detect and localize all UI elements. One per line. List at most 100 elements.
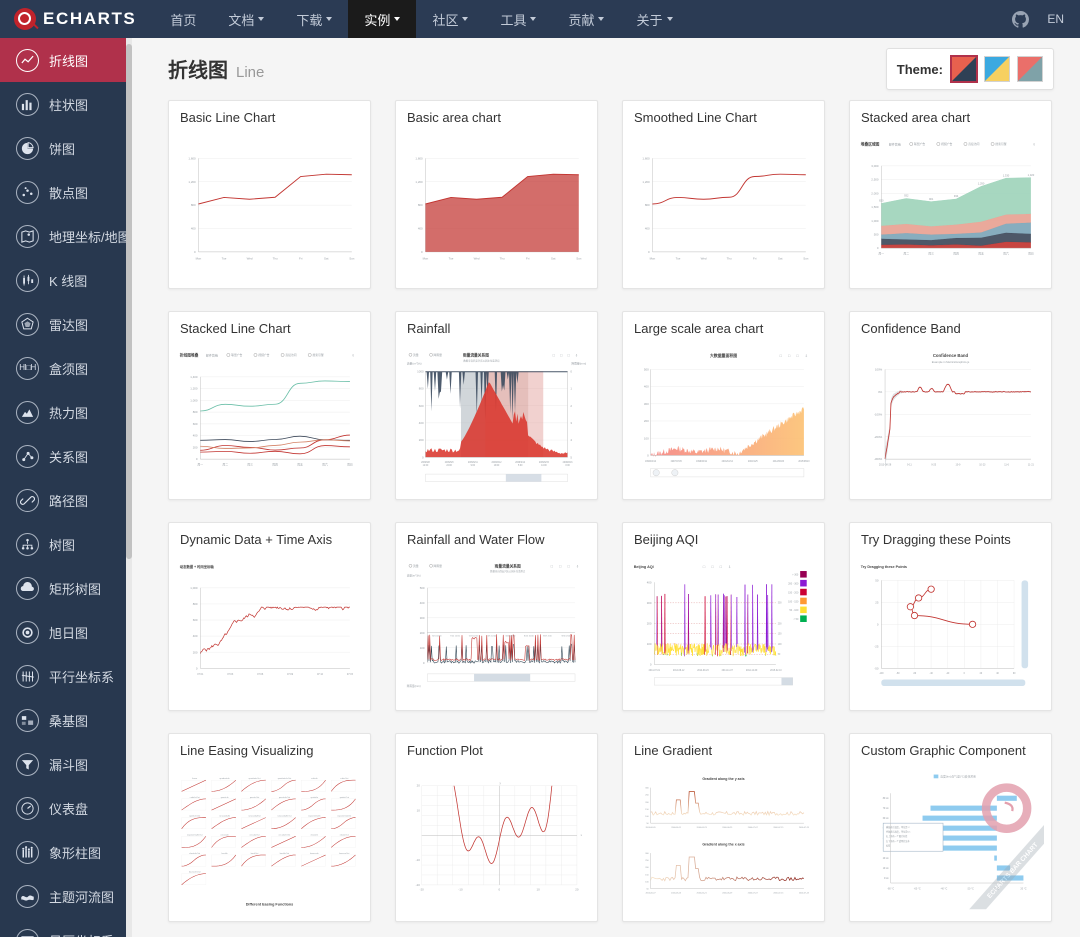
sidebar-item-15[interactable]: 桑基图 — [0, 698, 132, 742]
line-chart-icon — [16, 48, 39, 72]
theme-swatch-theme-default[interactable] — [950, 55, 978, 83]
svg-text:0:00: 0:00 — [565, 465, 570, 467]
svg-text:0: 0 — [647, 454, 649, 458]
nav-item-4[interactable]: 社区 — [416, 0, 484, 38]
svg-text:932: 932 — [904, 194, 909, 198]
treemap-icon — [16, 576, 39, 600]
chart-card[interactable]: Function Plot y x -20 -10 10 20 -20 -10 0 10 20 — [395, 733, 598, 922]
sidebar-item-1[interactable]: 柱状图 — [0, 82, 132, 126]
svg-text:2009/9/15: 2009/9/15 — [539, 462, 550, 464]
svg-text:4: 4 — [570, 438, 572, 442]
svg-text:2009/9/11: 2009/9/11 — [468, 462, 479, 464]
lines-icon — [16, 488, 39, 512]
svg-text:5: 5 — [570, 455, 572, 459]
sidebar-item-3[interactable]: 散点图 — [0, 170, 132, 214]
chart-card[interactable]: Line Easing Visualizing linear quadraticIn… — [168, 733, 371, 922]
svg-text:2000-07-15: 2000-07-15 — [773, 827, 783, 829]
sidebar-item-14[interactable]: 平行坐标系 — [0, 654, 132, 698]
sidebar-item-label: 树图 — [49, 537, 76, 553]
chart-card[interactable]: Basic area chart 0 400 800 1,200 1,600 Mon Tue W… — [395, 100, 598, 289]
nav-item-6[interactable]: 贡献 — [552, 0, 620, 38]
chart-card[interactable]: Basic Line Chart 0 400 800 1,200 1,600 Mon Tue W… — [168, 100, 371, 289]
svg-text:50: 50 — [646, 889, 649, 891]
sidebar-item-0[interactable]: 折线图 — [0, 38, 132, 82]
svg-text:2014-08-12: 2014-08-12 — [673, 670, 685, 672]
chart-card-title: Line Easing Visualizing — [180, 743, 314, 758]
nav-item-5[interactable]: 工具 — [484, 0, 552, 38]
chart-card-title: Try Dragging these Points — [861, 532, 1011, 547]
language-switch[interactable]: EN — [1047, 12, 1064, 26]
sidebar-item-16[interactable]: 漏斗图 — [0, 742, 132, 786]
svg-text:直接访问: 直接访问 — [285, 353, 296, 357]
chart-card[interactable]: Rainfall and Water Flow 雨量流量关系图 数据来自西安兴庆公园… — [395, 522, 598, 711]
sidebar-item-19[interactable]: 主题河流图 — [0, 874, 132, 918]
sidebar-item-4[interactable]: 地理坐标/地图 — [0, 214, 132, 258]
chart-thumbnail: y x -20 -10 10 20 -20 -10 0 10 20 — [403, 766, 590, 914]
svg-text:数据来自西安兴庆公园水位监测点: 数据来自西安兴庆公园水位监测点 — [490, 569, 526, 573]
theme-swatch-theme-dark[interactable] — [1017, 56, 1043, 82]
sidebar-item-12[interactable]: 矩形树图 — [0, 566, 132, 610]
theme-swatch-theme-light[interactable] — [984, 56, 1010, 82]
chart-card[interactable]: Rainfall 雨量流量关系图 数据来自西安兴庆公园水位监测点 流量 降雨量 流量(m^… — [395, 311, 598, 500]
svg-text:-300%: -300% — [874, 457, 883, 461]
chart-card[interactable]: Confidence Band Confidence Band Example in… — [849, 311, 1052, 500]
svg-text:1,290: 1,290 — [978, 182, 985, 186]
sidebar-item-2[interactable]: 饼图 — [0, 126, 132, 170]
nav-item-7[interactable]: 关于 — [620, 0, 688, 38]
svg-text:3,000: 3,000 — [871, 164, 879, 168]
svg-text:Confidence Band: Confidence Band — [933, 353, 969, 358]
chart-card[interactable]: Smoothed Line Chart 0 400 800 1,200 1,600 Mon T… — [622, 100, 825, 289]
chart-card[interactable]: Custom Graphic Component 高度(km)与气温(°C)变化关… — [849, 733, 1052, 922]
sidebar-item-9[interactable]: 关系图 — [0, 434, 132, 478]
nav-item-0[interactable]: 首页 — [154, 0, 212, 38]
svg-text:300: 300 — [647, 601, 652, 605]
sidebar-item-13[interactable]: 旭日图 — [0, 610, 132, 654]
github-icon[interactable] — [1012, 10, 1030, 28]
svg-text:800: 800 — [418, 203, 423, 207]
svg-text:周三: 周三 — [928, 252, 934, 256]
svg-text:2000-07-23: 2000-07-23 — [799, 827, 809, 829]
echarts-logo-home-link[interactable]: ECHARTS — [0, 0, 154, 38]
svg-text:07:15: 07:15 — [347, 673, 354, 676]
nav-item-1[interactable]: 文档 — [212, 0, 280, 38]
svg-text:流量: 流量 — [413, 353, 419, 357]
chart-card[interactable]: Large scale area chart 大数据量面积图 □ □ □ ⇩ 0 100 200… — [622, 311, 825, 500]
sidebar-item-5[interactable]: K 线图 — [0, 258, 132, 302]
svg-text:Thu: Thu — [500, 256, 505, 260]
chart-card[interactable]: Stacked Line Chart 折线图堆叠 邮件营销 联盟广告 视频广告 直接访问 搜… — [168, 311, 371, 500]
svg-text:10: 10 — [417, 808, 421, 812]
chart-card-title: Basic area chart — [407, 110, 501, 125]
svg-text:2014-12-09: 2014-12-09 — [746, 670, 758, 672]
svg-text:⇩: ⇩ — [728, 565, 731, 569]
funnel-icon — [16, 752, 39, 776]
chart-card[interactable]: Line Gradient Gradient along the y axis 50… — [622, 733, 825, 922]
sidebar-item-8[interactable]: 热力图 — [0, 390, 132, 434]
nav-item-3[interactable]: 实例 — [348, 0, 417, 38]
chart-card[interactable]: Beijing AQI Beijing AQI □ □ □ ⇩ > 300 200 - 300… — [622, 522, 825, 711]
chart-card[interactable]: Try Dragging these Points Try Dragging th… — [849, 522, 1052, 711]
sidebar-item-20[interactable]: 日历坐标系 — [0, 918, 132, 937]
svg-text:elasticOut: elasticOut — [340, 833, 350, 836]
chart-gallery-grid: Basic Line Chart 0 400 800 1,200 1,600 Mon Tue W… — [132, 100, 1080, 937]
chart-card[interactable]: Stacked area chart 堆叠区域图 邮件营销 联盟广告 视频广告 直接访问 搜… — [849, 100, 1052, 289]
chart-card[interactable]: Dynamic Data + Time Axis 动态数据 + 时间坐标轴 0 200… — [168, 522, 371, 711]
svg-text:20: 20 — [417, 784, 421, 788]
svg-text:⇩: ⇩ — [576, 564, 579, 568]
svg-text:堆叠区域图: 堆叠区域图 — [861, 141, 880, 146]
sidebar-item-17[interactable]: 仪表盘 — [0, 786, 132, 830]
nav-item-label: 关于 — [636, 12, 663, 28]
nav-item-label: 实例 — [364, 12, 391, 28]
sidebar-item-18[interactable]: 象形柱图 — [0, 830, 132, 874]
svg-text:cubicOut: cubicOut — [340, 777, 349, 780]
map-icon — [16, 224, 39, 248]
sidebar-item-11[interactable]: 树图 — [0, 522, 132, 566]
svg-text:流量: 流量 — [413, 564, 419, 568]
svg-text:cubicInOut: cubicInOut — [190, 796, 200, 799]
sidebar-item-6[interactable]: 雷达图 — [0, 302, 132, 346]
chart-card-title: Stacked Line Chart — [180, 321, 291, 336]
sidebar-item-7[interactable]: HI□H 盒须图 — [0, 346, 132, 390]
nav-item-2[interactable]: 下载 — [280, 0, 348, 38]
svg-text:9/27 4:00: 9/27 4:00 — [543, 635, 552, 637]
svg-text:10 km: 10 km — [883, 868, 889, 870]
sidebar-item-10[interactable]: 路径图 — [0, 478, 132, 522]
